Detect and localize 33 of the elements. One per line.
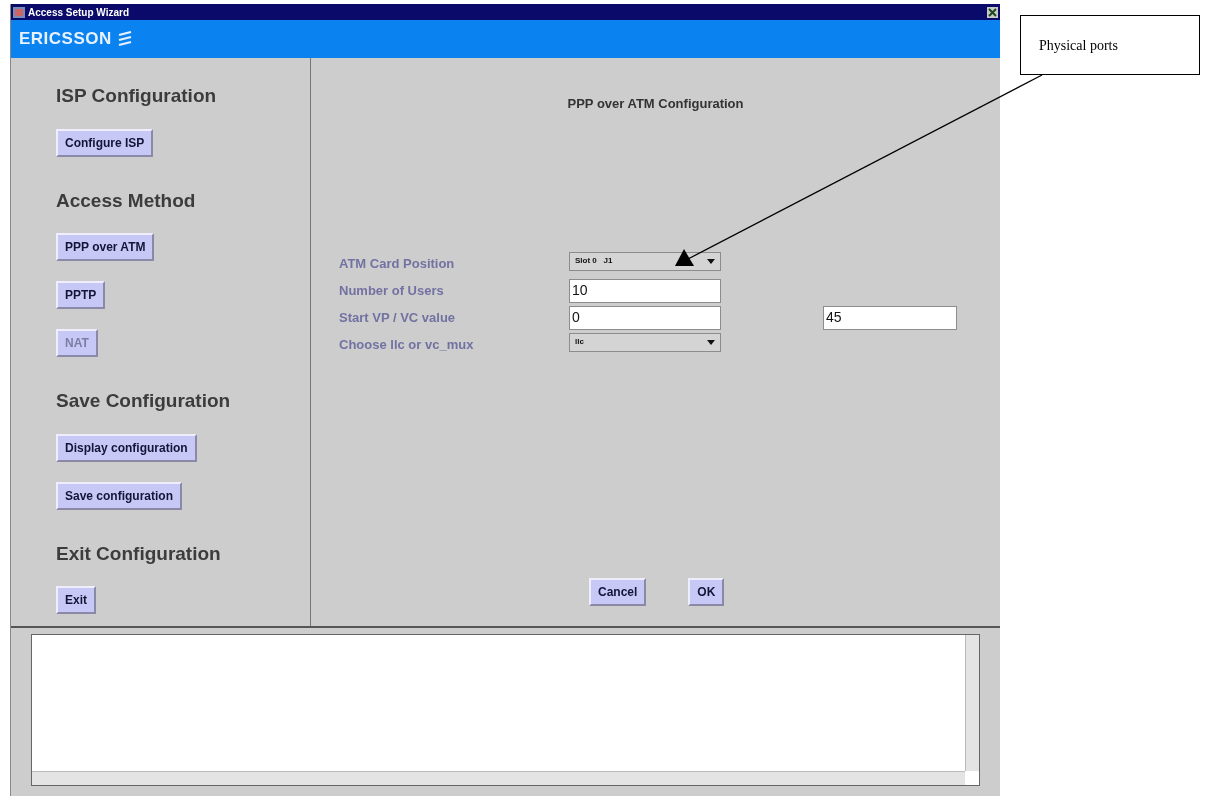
field-label: Number of Users bbox=[339, 281, 445, 300]
dropdown[interactable]: llc bbox=[569, 332, 721, 352]
field-label: Start VP / VC value bbox=[339, 308, 457, 327]
input-field[interactable]: 45 bbox=[823, 305, 957, 330]
wizard-button[interactable]: Save configuration bbox=[56, 481, 183, 510]
wizard-button[interactable]: Exit bbox=[56, 586, 96, 614]
wizard-button[interactable]: OK bbox=[688, 578, 725, 606]
wizard-button[interactable]: Configure ISP bbox=[56, 128, 154, 157]
field-label: Choose llc or vc_mux bbox=[339, 335, 475, 354]
section-heading: Exit Configuration bbox=[56, 541, 222, 566]
close-icon[interactable] bbox=[987, 6, 998, 18]
horizontal-scrollbar[interactable] bbox=[32, 771, 965, 785]
section-heading: Access Method bbox=[56, 188, 197, 213]
caret-icon bbox=[707, 258, 715, 264]
vertical-scrollbar[interactable] bbox=[965, 635, 979, 771]
input-field[interactable]: 0 bbox=[569, 305, 721, 330]
wizard-button[interactable]: Cancel bbox=[589, 578, 647, 606]
callout-text: Physical ports bbox=[1039, 36, 1118, 55]
dropdown[interactable]: Slot 0 J1 bbox=[569, 251, 721, 271]
app-icon bbox=[13, 6, 25, 18]
wizard-button[interactable]: Display configuration bbox=[56, 433, 197, 462]
window-title: Access Setup Wizard bbox=[28, 5, 130, 20]
panel-title: PPP over ATM Configuration bbox=[567, 95, 744, 113]
caret-icon bbox=[707, 339, 715, 345]
wizard-button[interactable]: PPP over ATM bbox=[56, 233, 155, 261]
field-label: ATM Card Position bbox=[339, 254, 456, 273]
section-heading: Save Configuration bbox=[56, 389, 232, 413]
logo-icon bbox=[117, 31, 132, 47]
section-heading: ISP Configuration bbox=[56, 84, 218, 108]
wizard-button[interactable]: PPTP bbox=[56, 281, 106, 309]
log-area[interactable] bbox=[31, 634, 980, 786]
brand-name: ERICSSON bbox=[19, 28, 112, 51]
input-field[interactable]: 10 bbox=[569, 278, 721, 303]
